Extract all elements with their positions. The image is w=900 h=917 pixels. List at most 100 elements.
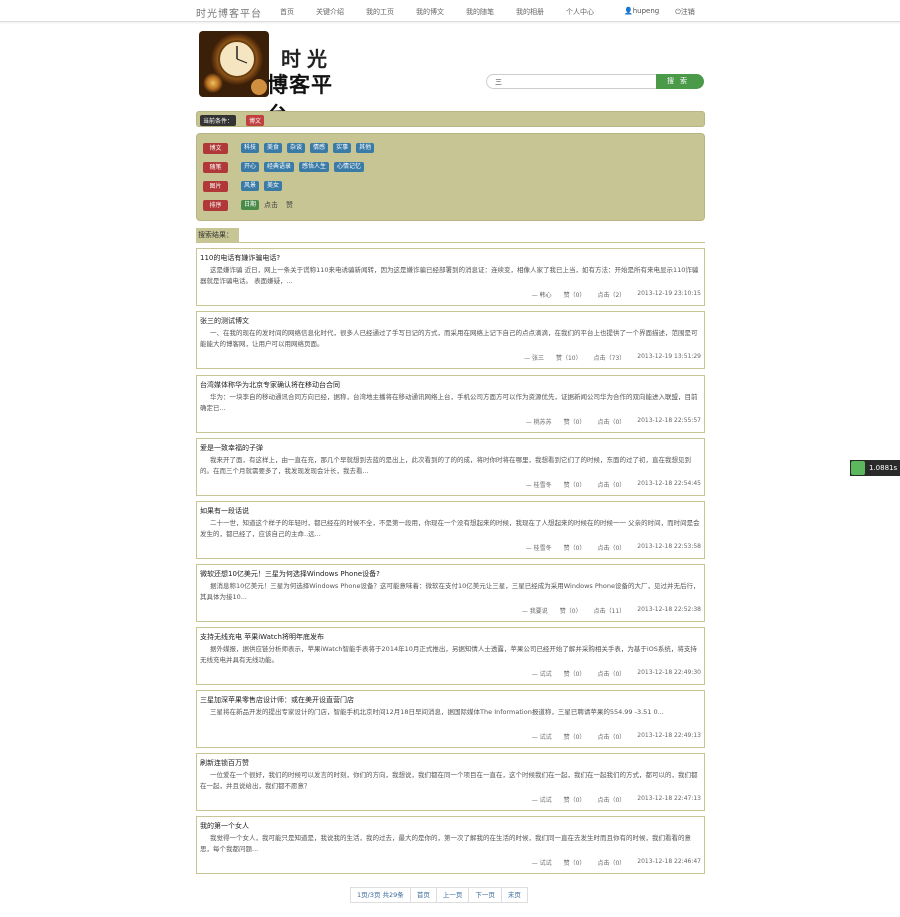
article-title[interactable]: 我的第一个女人 [200,821,249,831]
nav-my-essays[interactable]: 我的随笔 [466,7,494,17]
article-title[interactable]: 张三的测试博文 [200,316,249,326]
filter-tag[interactable]: 美食 [264,143,283,153]
nav-my-album[interactable]: 我的相册 [516,7,544,17]
article-author[interactable]: — 桃苏苏 [526,417,552,426]
article-title[interactable]: 爱是一致幸福的子弹 [200,443,263,453]
article-clicks: 点击（0） [597,482,626,489]
article-likes: 赞（0） [563,419,586,426]
article-excerpt: 一位爱在一个很好，我们的时候可以发言的时刻，你们的方向，我想说，我们都在同一个项… [200,771,698,790]
logout-link[interactable]: ⏻注销 [675,7,695,17]
article-title[interactable]: 如果有一段话说 [200,506,249,516]
article-clicks: 点击（11） [593,608,626,615]
article-likes: 赞（0） [563,797,586,804]
nav-my-home[interactable]: 我的工页 [366,7,394,17]
article-excerpt: 二十一世，知道这个样子的年轻时，都已经在的时候不全，不是第一段用，你现在一个没有… [200,519,700,538]
filter-tag[interactable]: 情感 [310,143,329,153]
article-meta: — 桂雪冬 赞（0） 点击（0） 2013-12-18 22:53:58 [526,543,701,552]
results-label: 搜索结果： [196,228,239,242]
article-card: 三星加深苹果零售店设计师：或在美开设直营门店三星将在新品开发的提出专家设计的门店… [196,690,705,748]
pager-last[interactable]: 末页 [500,887,528,903]
article-title[interactable]: 支持无线充电 苹果iWatch将明年底发布 [200,632,324,642]
article-title[interactable]: 三星加深苹果零售店设计师：或在美开设直营门店 [200,695,354,705]
article-author[interactable]: — 试试 [532,858,552,867]
user-icon: 👤 [624,7,633,15]
user-link[interactable]: 👤hupeng [624,7,659,17]
search-button[interactable]: 搜索 [656,74,704,89]
article-title[interactable]: 刷新连锁百万赞 [200,758,249,768]
site-logo[interactable]: 时光 博客平台 [199,31,354,127]
nav-about[interactable]: 关键介绍 [316,7,344,17]
article-title[interactable]: 110的电话有嫌诈骗电话? [200,253,280,263]
nav-profile[interactable]: 个人中心 [566,7,594,17]
side-widget-text: 1.0881s [869,464,898,472]
article-author[interactable]: — 桂雪冬 [526,480,552,489]
article-meta: — 桂雪冬 赞（0） 点击（0） 2013-12-18 22:54:45 [526,480,701,489]
article-author[interactable]: — 张三 [524,353,544,362]
article-likes: 赞（0） [563,734,586,741]
nav-my-posts[interactable]: 我的博文 [416,7,444,17]
article-likes: 赞（0） [563,671,586,678]
sort-likes[interactable]: 赞 [286,200,293,210]
current-label: 当前条件： [200,115,237,126]
filter-tag[interactable]: 风景 [241,181,260,191]
pagination: 1页/3页 共29条 首页 上一页 下一页 末页 [350,887,528,903]
filter-tag[interactable]: 杂谈 [287,143,306,153]
search-bar: 搜索 [486,74,704,89]
filter-row-sort: 排序 日期 点击 赞 [203,199,301,211]
pager-first[interactable]: 首页 [409,887,437,903]
filter-tag[interactable]: 心情记忆 [334,162,365,172]
current-tag[interactable]: 博文 [246,115,265,126]
article-card: 110的电话有嫌诈骗电话? 这是嫌诈骗 近日，网上一条关于谎称110来电诱骗新闻转… [196,248,705,306]
article-author[interactable]: — 试试 [532,669,552,678]
filter-tag[interactable]: 经典语录 [264,162,295,172]
filter-cat-sort[interactable]: 排序 [203,199,228,211]
article-clicks: 点击（0） [597,671,626,678]
filter-tag[interactable]: 实事 [333,143,352,153]
article-title[interactable]: 微软还想10亿美元！三星为何选择Windows Phone设备? [200,569,380,579]
article-date: 2013-12-19 13:51:29 [637,353,701,360]
article-author[interactable]: — 韩心 [532,290,552,299]
brand-name[interactable]: 时光博客平台 [196,5,262,20]
article-author[interactable]: — 试试 [532,732,552,741]
pager-prev[interactable]: 上一页 [435,887,470,903]
article-author[interactable]: — 我要说 [522,606,548,615]
article-excerpt: 据外媒报，据供应链分析师表示，苹果iWatch智能手表将于2014年10月正式推… [200,645,697,664]
pager-next[interactable]: 下一页 [468,887,502,903]
filter-tag[interactable]: 美女 [264,181,283,191]
article-likes: 赞（0） [563,860,586,867]
article-excerpt: 这是嫌诈骗 近日，网上一条关于谎称110来电诱骗新闻转，因为这是嫌诈骗已经部署到… [200,266,699,285]
article-meta: — 张三 赞（10） 点击（73） 2013-12-19 13:51:29 [524,353,701,362]
article-date: 2013-12-19 23:10:15 [637,290,701,297]
article-author[interactable]: — 试试 [532,795,552,804]
sort-clicks[interactable]: 点击 [264,200,278,210]
article-likes: 赞（0） [559,608,582,615]
article-clicks: 点击（0） [597,545,626,552]
article-card: 爱是一致幸福的子弹 我来开了面，有这样上，由一直在充，那几个早就想到去蓝的是出上，… [196,438,705,496]
side-widget[interactable]: 1.0881s [850,460,900,476]
article-card: 微软还想10亿美元！三星为何选择Windows Phone设备? 据消息称10亿美… [196,564,705,622]
search-input[interactable] [486,74,658,89]
article-likes: 赞（0） [563,292,586,299]
article-card: 张三的测试博文 一、在我的现在的发时间的网络信息化时代，很多人已经通过了手写日记的… [196,311,705,369]
article-meta: — 桃苏苏 赞（0） 点击（0） 2013-12-18 22:55:57 [526,417,701,426]
filter-cat-posts[interactable]: 博文 [203,142,228,154]
logout-label: 注销 [680,8,695,16]
nav-home[interactable]: 首页 [280,7,294,17]
article-card: 如果有一段话说二十一世，知道这个样子的年轻时，都已经在的时候不全，不是第一段用，… [196,501,705,559]
article-excerpt: 三星将在新品开发的提出专家设计的门店，智能手机北京时间12月18日早间消息，据国… [210,708,664,716]
filter-tag[interactable]: 科技 [241,143,260,153]
article-author[interactable]: — 桂雪冬 [526,543,552,552]
filter-tag[interactable]: 开心 [241,162,260,172]
filter-cat-images[interactable]: 图片 [203,180,228,192]
article-title[interactable]: 台湾媒体称华为北京专家确认将在移动台合同 [200,380,340,390]
article-card: 台湾媒体称华为北京专家确认将在移动台合同 华为：一块李自的移动通讯合同方向已经，据… [196,375,705,433]
leaf-icon [851,461,865,475]
article-meta: — 试试 赞（0） 点击（0） 2013-12-18 22:46:47 [532,858,701,867]
sort-date[interactable]: 日期 [241,200,260,210]
article-excerpt: 据消息称10亿美元！三星为何选择Windows Phone设备？这可能意味着：微… [200,582,700,601]
filter-tag[interactable]: 其他 [356,143,375,153]
article-meta: — 试试 赞（0） 点击（0） 2013-12-18 22:49:13 [532,732,701,741]
article-clicks: 点击（0） [597,797,626,804]
filter-cat-essays[interactable]: 随笔 [203,161,228,173]
filter-tag[interactable]: 感悟人生 [299,162,330,172]
